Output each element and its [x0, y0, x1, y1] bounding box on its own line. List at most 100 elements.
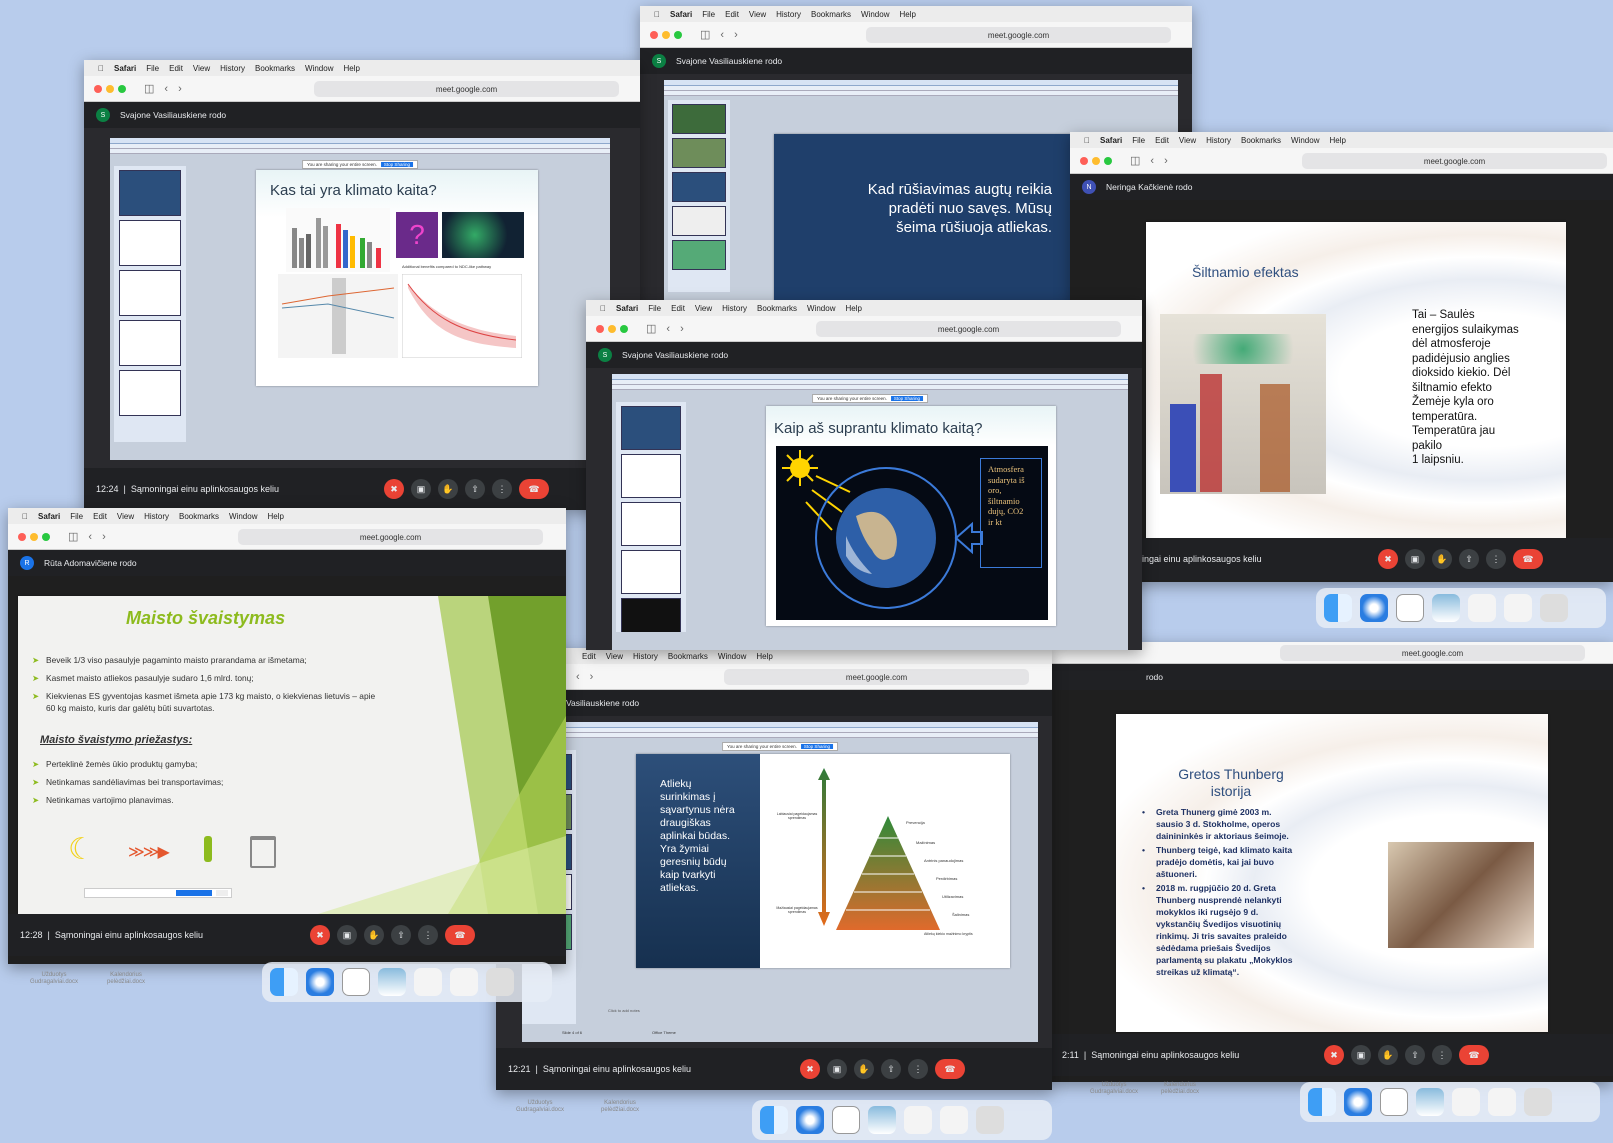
- raise-hand-icon[interactable]: ✋: [438, 479, 458, 499]
- menu-edit[interactable]: Edit: [725, 10, 739, 19]
- raise-hand-icon[interactable]: ✋: [364, 925, 384, 945]
- close-window-icon[interactable]: [18, 532, 26, 541]
- more-options-icon[interactable]: ⋮: [492, 479, 512, 499]
- document-icon[interactable]: [1396, 594, 1424, 622]
- mic-off-icon[interactable]: ✖: [1378, 549, 1398, 569]
- file-icon[interactable]: [904, 1106, 932, 1134]
- forward-icon[interactable]: ›: [680, 323, 684, 335]
- present-icon[interactable]: ⇧: [391, 925, 411, 945]
- stop-sharing-button[interactable]: Stop Sharing: [800, 744, 833, 749]
- mic-off-icon[interactable]: ✖: [310, 925, 330, 945]
- menu-view[interactable]: View: [749, 10, 766, 19]
- menu-bookmarks[interactable]: Bookmarks: [811, 10, 851, 19]
- safari-icon[interactable]: [306, 968, 334, 996]
- preview-icon[interactable]: [868, 1106, 896, 1134]
- address-bar[interactable]: meet.google.com: [866, 27, 1171, 43]
- menu-view[interactable]: View: [193, 64, 210, 73]
- present-icon[interactable]: ⇧: [1405, 1045, 1425, 1065]
- sidebar-icon[interactable]: ◫: [144, 82, 154, 95]
- mic-off-icon[interactable]: ✖: [384, 479, 404, 499]
- stop-sharing-button[interactable]: Stop Sharing: [890, 396, 923, 401]
- back-icon[interactable]: ‹: [666, 323, 670, 335]
- preview-icon[interactable]: [1432, 594, 1460, 622]
- close-window-icon[interactable]: [1080, 156, 1088, 165]
- close-window-icon[interactable]: [596, 324, 604, 333]
- file-icon[interactable]: [1468, 594, 1496, 622]
- zoom-window-icon[interactable]: [674, 30, 682, 39]
- menu-safari[interactable]: Safari: [38, 512, 60, 521]
- present-icon[interactable]: ⇧: [1459, 549, 1479, 569]
- menu-file[interactable]: File: [146, 64, 159, 73]
- zoom-window-icon[interactable]: [42, 532, 50, 541]
- menu-view[interactable]: View: [695, 304, 712, 313]
- preview-icon[interactable]: [378, 968, 406, 996]
- raise-hand-icon[interactable]: ✋: [1432, 549, 1452, 569]
- safari-icon[interactable]: [1360, 594, 1388, 622]
- finder-icon[interactable]: [760, 1106, 788, 1134]
- menu-help[interactable]: Help: [1329, 136, 1345, 145]
- document-icon[interactable]: [342, 968, 370, 996]
- menu-safari[interactable]: Safari: [616, 304, 638, 313]
- address-bar[interactable]: meet.google.com: [724, 669, 1029, 685]
- menu-file[interactable]: File: [648, 304, 661, 313]
- apple-icon[interactable]: : [98, 64, 104, 73]
- file-icon[interactable]: [1504, 594, 1532, 622]
- forward-icon[interactable]: ›: [102, 531, 106, 543]
- minimize-window-icon[interactable]: [608, 324, 616, 333]
- menu-window[interactable]: Window: [1291, 136, 1319, 145]
- present-icon[interactable]: ⇧: [881, 1059, 901, 1079]
- sidebar-icon[interactable]: ◫: [700, 28, 710, 41]
- apple-icon[interactable]: : [654, 10, 660, 19]
- preview-icon[interactable]: [1416, 1088, 1444, 1116]
- zoom-window-icon[interactable]: [1104, 156, 1112, 165]
- safari-icon[interactable]: [1344, 1088, 1372, 1116]
- trash-icon[interactable]: [486, 968, 514, 996]
- end-call-button[interactable]: ☎: [935, 1059, 965, 1079]
- camera-icon[interactable]: ▣: [411, 479, 431, 499]
- end-call-button[interactable]: ☎: [1459, 1045, 1489, 1065]
- back-icon[interactable]: ‹: [1150, 155, 1154, 167]
- mic-off-icon[interactable]: ✖: [1324, 1045, 1344, 1065]
- safari-icon[interactable]: [796, 1106, 824, 1134]
- zoom-window-icon[interactable]: [118, 84, 126, 93]
- trash-icon[interactable]: [1524, 1088, 1552, 1116]
- finder-icon[interactable]: [1308, 1088, 1336, 1116]
- more-options-icon[interactable]: ⋮: [418, 925, 438, 945]
- menu-file[interactable]: File: [702, 10, 715, 19]
- menu-file[interactable]: File: [1132, 136, 1145, 145]
- finder-icon[interactable]: [270, 968, 298, 996]
- menu-safari[interactable]: Safari: [114, 64, 136, 73]
- file-icon[interactable]: [1488, 1088, 1516, 1116]
- end-call-button[interactable]: ☎: [1513, 549, 1543, 569]
- menu-bookmarks[interactable]: Bookmarks: [757, 304, 797, 313]
- present-icon[interactable]: ⇧: [465, 479, 485, 499]
- menu-view[interactable]: View: [1179, 136, 1196, 145]
- menu-bookmarks[interactable]: Bookmarks: [668, 652, 708, 661]
- back-icon[interactable]: ‹: [720, 29, 724, 41]
- menu-help[interactable]: Help: [343, 64, 359, 73]
- minimize-window-icon[interactable]: [662, 30, 670, 39]
- minimize-window-icon[interactable]: [106, 84, 114, 93]
- menu-window[interactable]: Window: [861, 10, 889, 19]
- menu-window[interactable]: Window: [718, 652, 746, 661]
- end-call-button[interactable]: ☎: [519, 479, 549, 499]
- finder-icon[interactable]: [1324, 594, 1352, 622]
- menu-history[interactable]: History: [776, 10, 801, 19]
- file-icon[interactable]: [1452, 1088, 1480, 1116]
- sidebar-icon[interactable]: ◫: [1130, 154, 1140, 167]
- camera-icon[interactable]: ▣: [337, 925, 357, 945]
- back-icon[interactable]: ‹: [164, 83, 168, 95]
- close-window-icon[interactable]: [650, 30, 658, 39]
- menu-view[interactable]: View: [606, 652, 623, 661]
- menu-bookmarks[interactable]: Bookmarks: [255, 64, 295, 73]
- trash-icon[interactable]: [976, 1106, 1004, 1134]
- raise-hand-icon[interactable]: ✋: [1378, 1045, 1398, 1065]
- stop-sharing-button[interactable]: Stop Sharing: [380, 162, 413, 167]
- menu-edit[interactable]: Edit: [169, 64, 183, 73]
- document-icon[interactable]: [832, 1106, 860, 1134]
- raise-hand-icon[interactable]: ✋: [854, 1059, 874, 1079]
- trash-icon[interactable]: [1540, 594, 1568, 622]
- apple-icon[interactable]: : [600, 304, 606, 313]
- address-bar[interactable]: meet.google.com: [1302, 153, 1607, 169]
- end-call-button[interactable]: ☎: [445, 925, 475, 945]
